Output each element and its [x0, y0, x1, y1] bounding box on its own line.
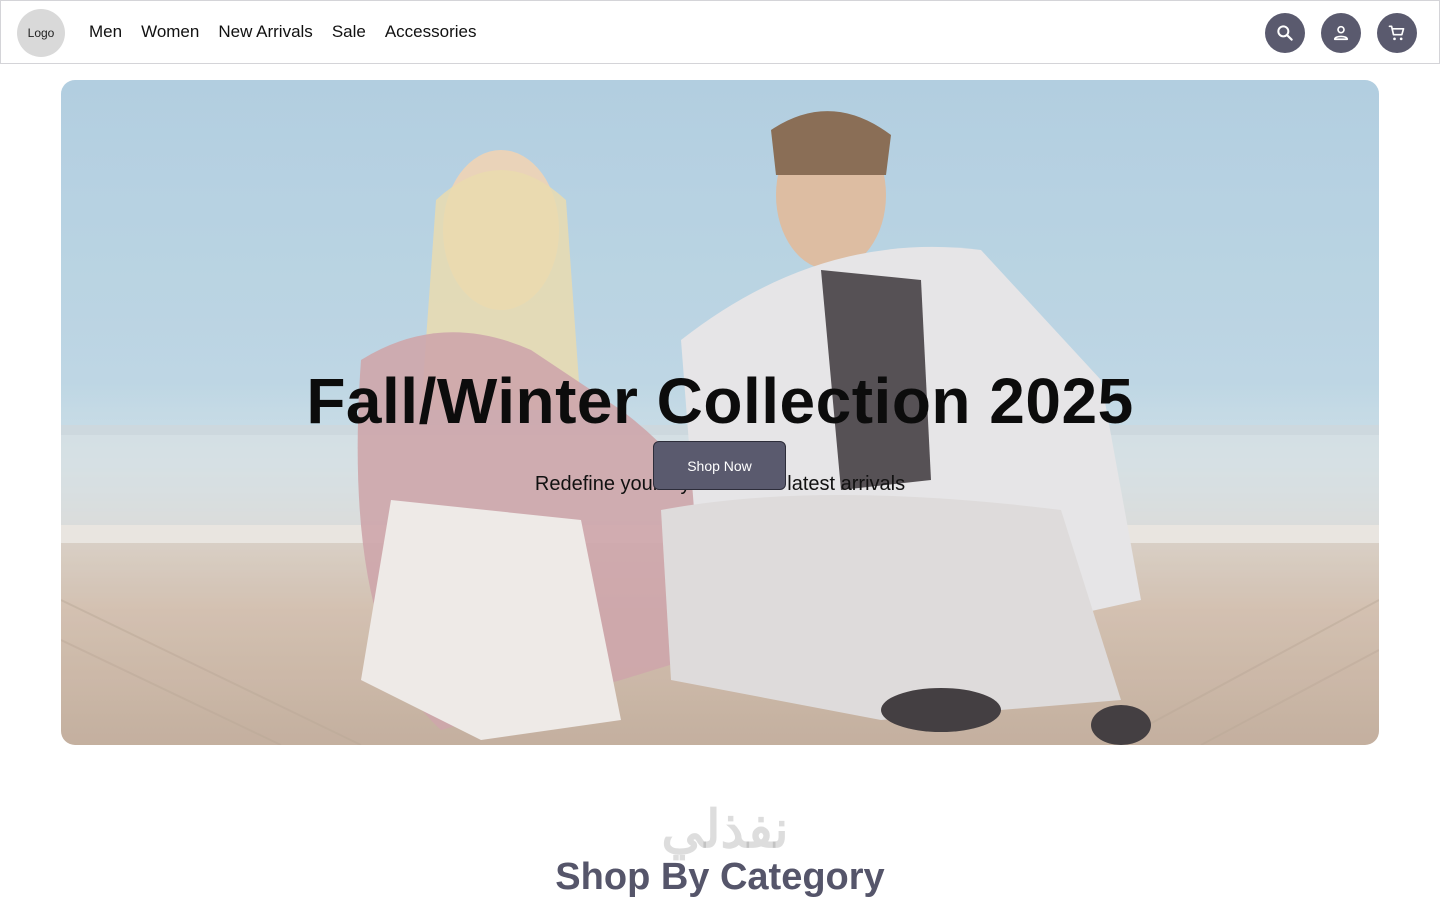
search-icon — [1277, 25, 1293, 41]
cart-icon — [1388, 25, 1405, 41]
user-icon — [1333, 25, 1349, 41]
nav-link-sale[interactable]: Sale — [332, 22, 366, 42]
hero-title: Fall/Winter Collection 2025 — [306, 365, 1134, 437]
main-nav: Men Women New Arrivals Sale Accessories — [89, 1, 476, 63]
section-title: Shop By Category — [555, 856, 885, 898]
logo-text: Logo — [27, 26, 55, 40]
logo[interactable]: Logo — [17, 9, 65, 57]
cart-button[interactable] — [1377, 13, 1417, 53]
search-button[interactable] — [1265, 13, 1305, 53]
site-header: Logo Men Women New Arrivals Sale Accesso… — [0, 0, 1440, 64]
account-button[interactable] — [1321, 13, 1361, 53]
nav-link-accessories[interactable]: Accessories — [385, 22, 477, 42]
hero-banner: Fall/Winter Collection 2025 Redefine you… — [61, 80, 1379, 745]
nav-link-new-arrivals[interactable]: New Arrivals — [218, 22, 312, 42]
nav-link-men[interactable]: Men — [89, 22, 122, 42]
nav-link-women[interactable]: Women — [141, 22, 199, 42]
shop-now-button[interactable]: Shop Now — [653, 441, 786, 490]
